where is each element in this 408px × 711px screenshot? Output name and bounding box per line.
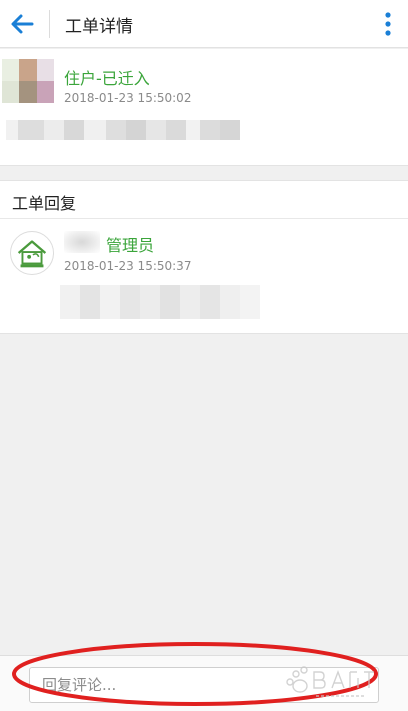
reply-content-blurred	[60, 285, 260, 319]
section-title: 工单回复	[12, 194, 77, 213]
house-logo-icon	[10, 231, 54, 275]
app-bar-divider	[49, 10, 50, 38]
ticket-timestamp: 2018-01-23 15:50:02	[64, 91, 192, 105]
more-vertical-icon[interactable]	[382, 10, 394, 38]
section-divider	[0, 218, 408, 219]
reply-timestamp: 2018-01-23 15:50:37	[64, 259, 192, 273]
reply-author-role: 管理员	[106, 236, 155, 255]
ticket-card: 住户-已迁入 2018-01-23 15:50:02	[0, 49, 408, 166]
reply-author-name-blurred	[64, 231, 100, 253]
ticket-author-name: 住户-已迁入	[64, 69, 150, 88]
back-arrow-icon[interactable]	[6, 8, 38, 40]
avatar	[2, 59, 54, 103]
comment-bar	[0, 655, 408, 711]
page-title: 工单详情	[65, 17, 133, 37]
reply-section: 工单回复 管理员 2018-01-23 15:50:37	[0, 180, 408, 334]
ticket-content-blurred	[6, 120, 240, 140]
comment-input[interactable]	[29, 667, 379, 703]
app-bar: 工单详情	[0, 0, 408, 48]
